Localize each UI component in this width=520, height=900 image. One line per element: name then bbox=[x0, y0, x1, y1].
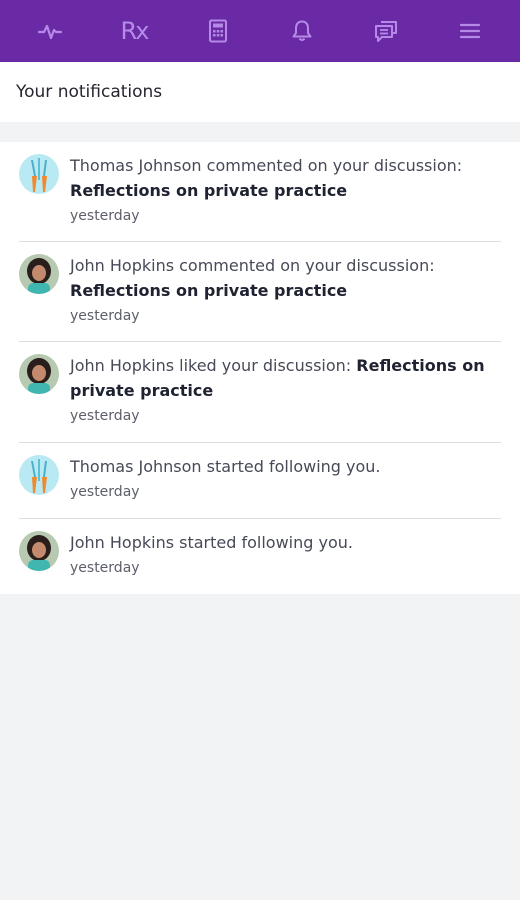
notification-message: Thomas Johnson commented on your discuss… bbox=[70, 156, 463, 200]
nav-messages-button[interactable] bbox=[362, 7, 410, 55]
notification-item[interactable]: Thomas Johnson commented on your discuss… bbox=[19, 142, 501, 242]
chat-bubbles-icon bbox=[375, 21, 397, 42]
notification-time: yesterday bbox=[70, 308, 140, 324]
notification-item[interactable]: John Hopkins started following you. yest… bbox=[19, 519, 501, 594]
notification-message: Thomas Johnson started following you. bbox=[70, 457, 381, 476]
page-title: Your notifications bbox=[16, 82, 163, 102]
notification-time: yesterday bbox=[70, 408, 140, 424]
thomas-johnson-avatar[interactable] bbox=[19, 154, 59, 194]
notification-item[interactable]: John Hopkins commented on your discussio… bbox=[19, 242, 501, 342]
nav-activity-button[interactable] bbox=[26, 7, 74, 55]
top-navigation-bar: Rx bbox=[0, 0, 520, 62]
notifications-list: Thomas Johnson commented on your discuss… bbox=[0, 142, 520, 594]
activity-pulse-icon bbox=[37, 24, 63, 40]
page-title-bar: Your notifications bbox=[0, 62, 520, 122]
prescription-icon: Rx bbox=[120, 17, 150, 45]
bell-icon bbox=[292, 20, 312, 41]
notification-message: John Hopkins started following you. bbox=[70, 533, 353, 552]
notification-time: yesterday bbox=[70, 560, 140, 576]
empty-background bbox=[0, 594, 520, 900]
nav-prescription-button[interactable]: Rx bbox=[110, 7, 158, 55]
nav-menu-button[interactable] bbox=[446, 7, 494, 55]
hamburger-menu-icon bbox=[459, 23, 481, 39]
nav-notifications-button[interactable] bbox=[278, 7, 326, 55]
notification-time: yesterday bbox=[70, 208, 140, 224]
notification-item[interactable]: Thomas Johnson started following you. ye… bbox=[19, 443, 501, 519]
john-hopkins-avatar[interactable] bbox=[19, 354, 59, 394]
notification-message: John Hopkins commented on your discussio… bbox=[70, 256, 435, 300]
notification-message: John Hopkins liked your discussion: Refl… bbox=[70, 356, 485, 400]
notification-item[interactable]: John Hopkins liked your discussion: Refl… bbox=[19, 342, 501, 443]
thomas-johnson-avatar[interactable] bbox=[19, 455, 59, 495]
john-hopkins-avatar[interactable] bbox=[19, 531, 59, 571]
notification-time: yesterday bbox=[70, 484, 140, 500]
nav-calculator-button[interactable] bbox=[194, 7, 242, 55]
calculator-icon bbox=[209, 19, 227, 43]
section-gap bbox=[0, 122, 520, 142]
john-hopkins-avatar[interactable] bbox=[19, 254, 59, 294]
